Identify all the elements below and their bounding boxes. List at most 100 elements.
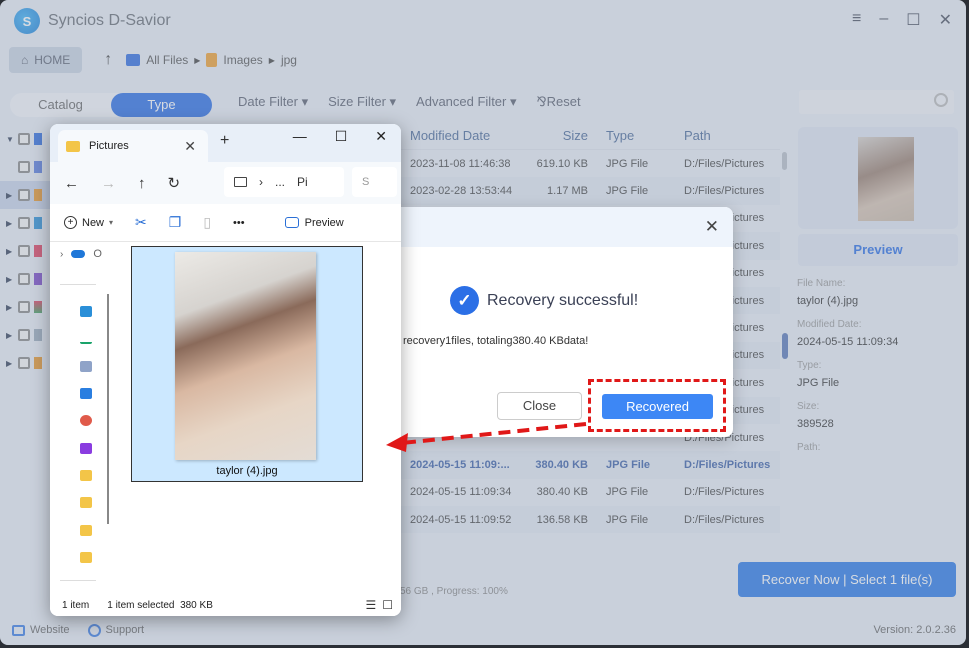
preview-button[interactable]: Preview <box>798 234 958 266</box>
search-input[interactable] <box>799 90 954 114</box>
forward-icon[interactable]: → <box>101 175 116 192</box>
folder-icon <box>80 524 92 536</box>
chevron-down-icon: ▾ <box>109 218 114 227</box>
cell-type: JPG File <box>606 513 649 526</box>
refresh-icon[interactable]: ↻ <box>168 174 181 192</box>
close-tab-icon[interactable]: ✕ <box>184 138 196 155</box>
recover-now-button[interactable]: Recover Now | Select 1 file(s) <box>738 562 956 597</box>
website-link[interactable]: Website <box>12 624 70 636</box>
category-icon <box>34 329 42 341</box>
cut-icon[interactable]: ✂ <box>135 214 147 231</box>
explorer-tab-pictures[interactable]: Pictures ✕ <box>58 130 208 162</box>
downloads-icon <box>80 333 92 345</box>
collapse-panel-handle[interactable] <box>782 333 788 359</box>
table-scrollbar[interactable] <box>782 152 787 170</box>
music-icon <box>80 415 92 427</box>
category-icon <box>34 245 42 257</box>
more-options-icon[interactable]: ••• <box>233 217 245 229</box>
large-icons-view-icon[interactable]: ☐ <box>382 598 393 612</box>
filter-bar: Catalog Type Date Filter ▾ Size Filter ▾… <box>0 88 966 120</box>
header-modified-date[interactable]: Modified Date <box>400 128 518 143</box>
dialog-close-icon[interactable]: ✕ <box>705 217 719 237</box>
breadcrumb-images[interactable]: Images <box>223 53 262 67</box>
nav-pane-scrollbar[interactable] <box>107 294 109 524</box>
header-path[interactable]: Path <box>680 128 780 143</box>
file-tile-selected[interactable]: taylor (4).jpg <box>131 246 363 482</box>
close-icon[interactable]: ✕ <box>939 10 952 30</box>
header-size[interactable]: Size <box>518 128 588 143</box>
documents-icon <box>80 360 92 372</box>
size-filter-dropdown[interactable]: Size Filter ▾ <box>328 94 396 110</box>
breadcrumb-separator-icon: ▶ <box>194 55 201 65</box>
cell-date: 2024-05-15 11:09:34 <box>410 486 512 499</box>
new-tab-icon[interactable]: + <box>220 132 229 150</box>
address-bar[interactable]: › ... Pi <box>224 167 344 197</box>
minimize-icon[interactable]: – <box>879 10 888 30</box>
header-type[interactable]: Type <box>588 128 680 143</box>
table-row[interactable]: 2023-02-28 13:53:44 1.17 MB JPG File D:/Fil… <box>400 177 780 205</box>
cell-date: 2023-11-08 11:46:38 <box>410 157 511 170</box>
category-icon <box>34 161 42 173</box>
website-icon <box>12 624 25 636</box>
onedrive-item[interactable]: › O <box>60 248 102 260</box>
checkbox[interactable] <box>18 161 30 173</box>
folder-icon <box>80 469 92 481</box>
expand-icon: ▶ <box>6 302 13 312</box>
reset-button[interactable]: ⅋Reset <box>537 94 581 110</box>
catalog-tab[interactable]: Catalog <box>10 93 111 117</box>
nav-pane-item[interactable] <box>50 544 116 571</box>
checkbox[interactable] <box>18 245 30 257</box>
path-label: Path: <box>797 442 821 453</box>
item-count: 1 item <box>62 599 90 611</box>
all-files-icon <box>126 54 141 66</box>
table-row[interactable]: 2024-05-15 11:09:... 380.40 KB JPG File D:/… <box>400 451 780 479</box>
type-tab[interactable]: Type <box>111 93 212 117</box>
checkbox[interactable] <box>18 329 30 341</box>
paste-icon[interactable]: ▯ <box>203 214 211 231</box>
menu-icon[interactable]: ≡ <box>852 10 861 30</box>
close-button[interactable]: Close <box>497 392 582 420</box>
back-icon[interactable]: ← <box>64 175 79 192</box>
thumbnail-image <box>858 137 914 221</box>
checkbox[interactable] <box>18 301 30 313</box>
breadcrumb-all-files[interactable]: All Files <box>146 53 188 67</box>
up-arrow-icon[interactable]: ↑ <box>104 51 112 69</box>
explorer-search-input[interactable]: S <box>352 167 397 197</box>
title-bar: S Syncios D-Savior ≡ – ☐ ✕ <box>0 0 966 42</box>
checkbox[interactable] <box>18 357 30 369</box>
explorer-close-icon[interactable]: ✕ <box>375 128 387 145</box>
preview-pane-button[interactable]: Preview <box>284 217 344 229</box>
cell-type: JPG File <box>606 486 649 499</box>
type-value: JPG File <box>797 377 840 389</box>
address-ellipsis[interactable]: ... <box>275 175 285 189</box>
details-view-icon[interactable]: ☰ <box>365 598 376 612</box>
checkbox[interactable] <box>18 273 30 285</box>
checkbox[interactable] <box>18 189 30 201</box>
new-button[interactable]: + New ▾ <box>64 216 113 229</box>
date-filter-dropdown[interactable]: Date Filter ▾ <box>238 94 308 110</box>
search-icon <box>934 93 948 107</box>
advanced-filter-dropdown[interactable]: Advanced Filter ▾ <box>416 94 516 110</box>
breadcrumb-jpg[interactable]: jpg <box>281 53 297 67</box>
plus-circle-icon: + <box>64 216 77 229</box>
table-row[interactable]: 2024-05-15 11:09:34 380.40 KB JPG File D:/F… <box>400 479 780 506</box>
explorer-minimize-icon[interactable]: — <box>293 128 307 145</box>
explorer-maximize-icon[interactable]: ☐ <box>335 128 348 145</box>
check-circle-icon: ✓ <box>450 286 479 315</box>
table-row[interactable]: 2024-05-15 11:09:52 136.58 KB JPG File D:/F… <box>400 506 780 534</box>
maximize-icon[interactable]: ☐ <box>906 10 920 30</box>
expand-icon: ▶ <box>6 190 13 200</box>
divider <box>60 284 96 285</box>
checkbox[interactable] <box>18 217 30 229</box>
copy-icon[interactable]: ❐ <box>169 214 182 231</box>
reset-icon: ⅋ <box>536 94 547 109</box>
checkbox[interactable] <box>18 133 30 145</box>
up-icon[interactable]: ↑ <box>138 175 146 192</box>
table-row[interactable]: 2023-11-08 11:46:38 619.10 KB JPG File D:/F… <box>400 150 780 177</box>
support-link[interactable]: Support <box>87 623 144 637</box>
file-name-value: taylor (4).jpg <box>797 295 859 307</box>
desktop-icon <box>80 306 92 318</box>
cell-path: D:/Files/Pictures <box>684 157 765 170</box>
explorer-status-bar: 1 item 1 item selected 380 KB ☰ ☐ <box>50 594 401 616</box>
home-button[interactable]: ⌂ HOME <box>9 47 83 73</box>
